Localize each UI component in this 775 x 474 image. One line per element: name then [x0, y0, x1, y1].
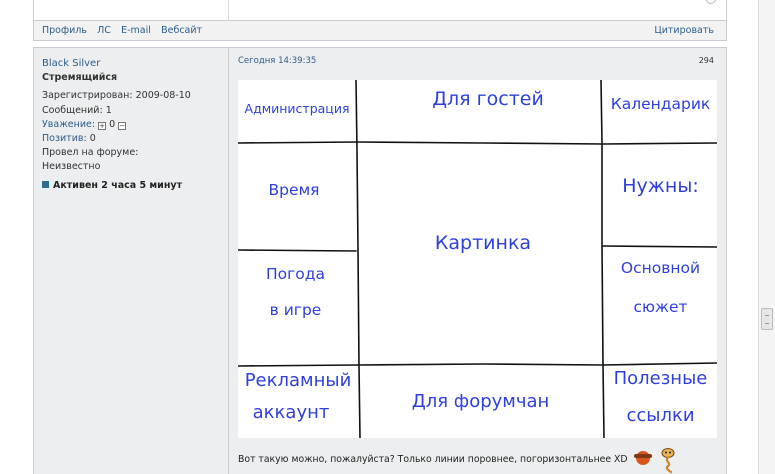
website-link[interactable]: Вебсайт — [161, 25, 202, 36]
author-column-divider — [228, 48, 229, 474]
respect-value: 0 — [109, 118, 116, 130]
cell-time: Время — [268, 181, 320, 199]
forum-thread: Профиль ЛС E-mail Вебсайт Цитировать Bla… — [33, 0, 727, 474]
author-posts: Сообщений: 1 — [42, 104, 112, 116]
snake-smile-icon — [661, 448, 675, 474]
profile-link[interactable]: Профиль — [42, 25, 87, 36]
post-footer: Профиль ЛС E-mail Вебсайт Цитировать — [33, 20, 727, 41]
positive-value: 0 — [89, 133, 96, 145]
time-on-forum-value: Неизвестно — [42, 161, 101, 173]
previous-post-bottom — [33, 0, 727, 20]
author-respect: Уважение: + 0 − — [42, 118, 222, 132]
cell-picture: Картинка — [434, 232, 532, 254]
forum-post: Black Silver Стремящийся Зарегистрирован… — [33, 47, 727, 474]
online-status: Активен 2 часа 5 минут — [42, 179, 222, 193]
cell-plot-line2: сюжет — [633, 298, 688, 316]
post-footer-links: Профиль ЛС E-mail Вебсайт — [42, 25, 209, 36]
author-name[interactable]: Black Silver — [42, 57, 222, 71]
layout-sketch-image: Администрация Для гостей Календарик Врем… — [238, 80, 717, 438]
positive-link[interactable]: Позитив: — [42, 133, 87, 144]
pm-link[interactable]: ЛС — [97, 25, 111, 36]
quote-link[interactable]: Цитировать — [654, 25, 714, 36]
email-link[interactable]: E-mail — [121, 25, 151, 36]
respect-link[interactable]: Уважение: — [42, 119, 95, 130]
page-scrollbar[interactable] — [758, 0, 775, 474]
cell-ad-line1: Рекламный — [244, 370, 352, 391]
plus-icon[interactable]: + — [98, 121, 107, 130]
author-panel: Black Silver Стремящийся Зарегистрирован… — [42, 57, 222, 193]
page-scroll-thumb[interactable] — [761, 308, 773, 330]
cell-members: Для форумчан — [411, 391, 550, 412]
cell-weather-line2: в игре — [269, 301, 322, 319]
online-indicator-icon — [42, 180, 49, 188]
author-positive: Позитив: 0 — [42, 132, 222, 146]
cell-ad-line2: аккаунт — [252, 402, 330, 423]
post-date-link[interactable]: Сегодня 14:39:35 — [238, 56, 316, 66]
cell-calendar: Календарик — [610, 95, 711, 113]
corner-icon — [706, 0, 716, 4]
cell-useful-line1: Полезные — [613, 368, 708, 389]
author-registered: Зарегистрирован: 2009-08-10 — [42, 90, 191, 102]
smile-hat-icon — [633, 451, 652, 465]
post-message-text: Вот такую можно, пожалуйста? Только лини… — [238, 454, 628, 465]
post-message: Вот такую можно, пожалуйста? Только лини… — [238, 448, 675, 474]
cell-weather-line1: Погода — [266, 265, 325, 283]
author-rank: Стремящийся — [42, 72, 118, 84]
cell-plot-line1: Основной — [620, 259, 701, 277]
online-status-text: Активен 2 часа 5 минут — [53, 179, 183, 191]
cell-useful-line2: ссылки — [626, 405, 695, 426]
column-divider — [228, 0, 229, 20]
time-on-forum-label: Провел на форуме: — [42, 147, 139, 159]
cell-needed: Нужны: — [622, 175, 699, 197]
minus-icon[interactable]: − — [118, 121, 127, 130]
post-number[interactable]: 294 — [699, 56, 714, 65]
cell-guests: Для гостей — [432, 88, 544, 110]
cell-admin: Администрация — [244, 101, 350, 116]
